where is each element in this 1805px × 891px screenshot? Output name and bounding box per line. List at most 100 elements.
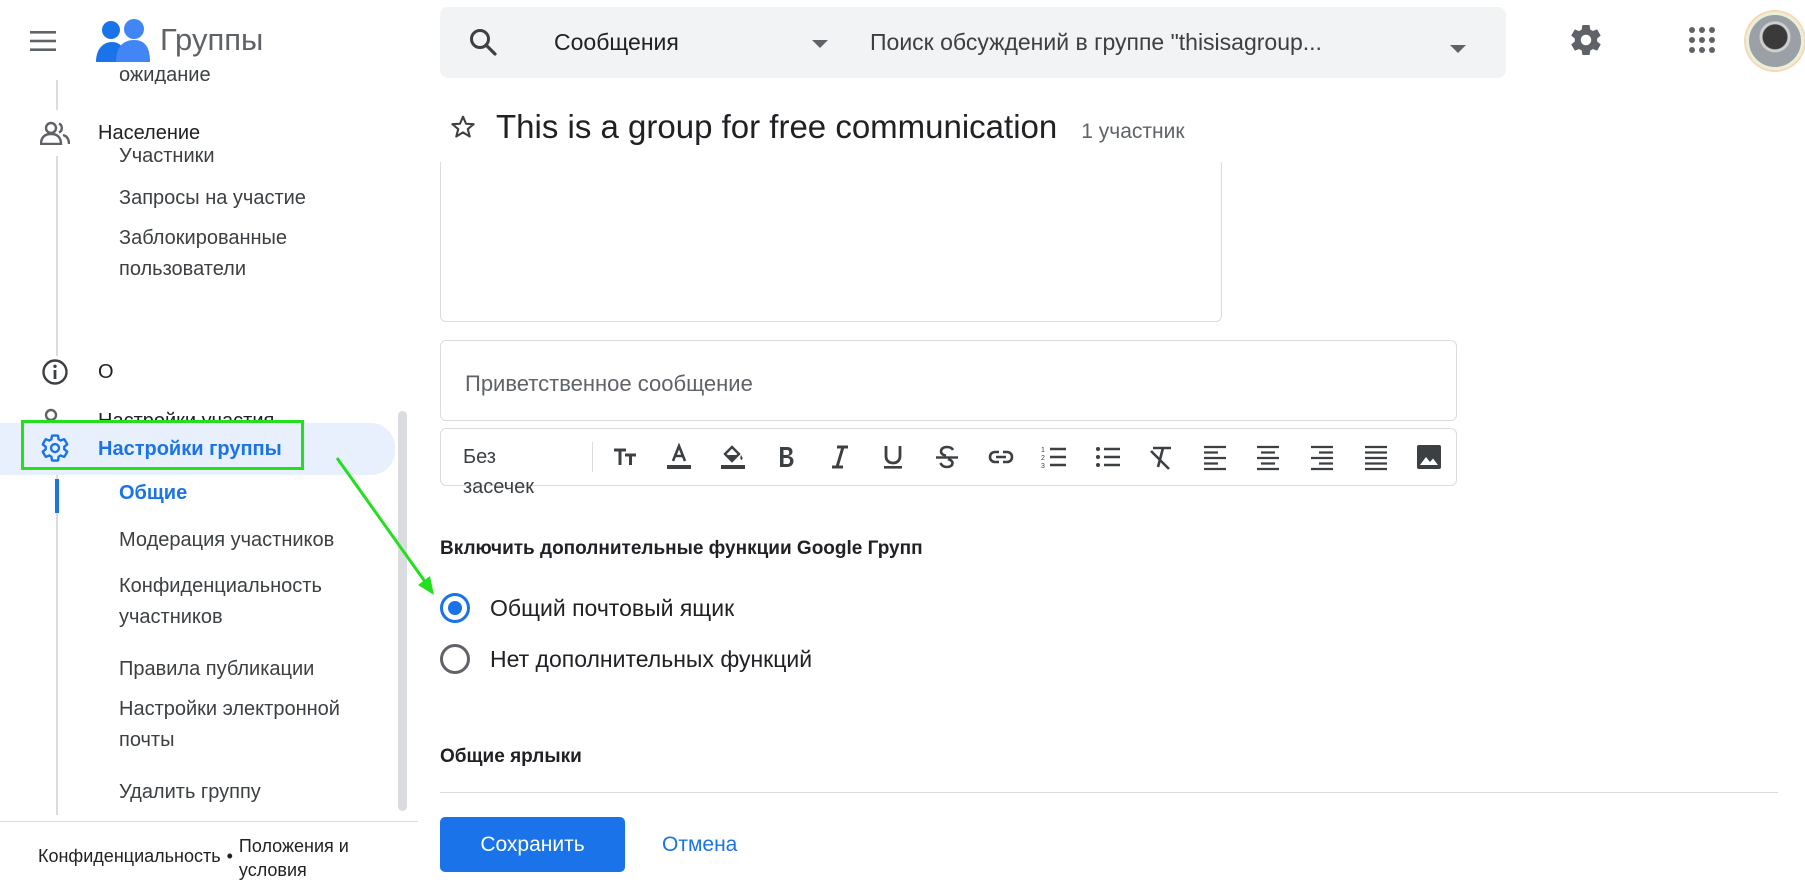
align-left-button[interactable] xyxy=(1188,437,1242,477)
italic-icon xyxy=(831,445,848,469)
sidebar-divider xyxy=(0,821,418,822)
bulleted-list-button[interactable] xyxy=(1081,437,1135,477)
info-icon xyxy=(40,358,70,386)
numbered-list-icon: 123 xyxy=(1041,447,1067,470)
features-section-title: Включить дополнительные функции Google Г… xyxy=(440,538,923,559)
welcome-message-placeholder: Приветственное сообщение xyxy=(465,371,753,396)
radio-checked[interactable] xyxy=(440,593,470,623)
search-input[interactable] xyxy=(870,7,1490,78)
sidebar-scrollbar[interactable] xyxy=(398,411,407,811)
tree-line xyxy=(56,156,58,356)
formatting-toolbar: Без засечек 123 xyxy=(440,428,1457,498)
chevron-down-icon xyxy=(812,40,828,48)
star-icon xyxy=(451,115,475,138)
people-icon xyxy=(40,119,70,147)
sidebar-item-member-privacy[interactable]: Конфиденциальность участников xyxy=(119,571,322,633)
search-bar: Сообщения xyxy=(440,7,1506,78)
justify-button[interactable] xyxy=(1349,437,1403,477)
svg-text:3: 3 xyxy=(1041,463,1045,470)
clear-format-icon xyxy=(1150,446,1172,470)
account-avatar[interactable] xyxy=(1746,12,1804,70)
svg-text:2: 2 xyxy=(1041,455,1045,462)
apps-grid-icon xyxy=(1689,27,1715,53)
text-color-button[interactable] xyxy=(652,437,706,477)
privacy-link[interactable]: Конфиденциальность xyxy=(38,846,221,882)
group-title: This is a group for free communication xyxy=(496,108,1058,145)
justify-icon xyxy=(1364,445,1387,471)
svg-text:1: 1 xyxy=(1041,447,1045,454)
sidebar-item-pending[interactable]: ожидание xyxy=(119,70,211,84)
save-button[interactable]: Сохранить xyxy=(440,817,625,872)
welcome-message-field[interactable]: Приветственное сообщение xyxy=(440,340,1457,421)
image-icon xyxy=(1417,445,1442,469)
sidebar-item-members[interactable]: Участники xyxy=(119,141,215,172)
search-options-button[interactable] xyxy=(1450,40,1466,58)
sidebar-item-email-settings[interactable]: Настройки электронной почты xyxy=(119,694,340,756)
link-button[interactable] xyxy=(974,437,1028,477)
tree-line xyxy=(56,475,58,815)
terms-link[interactable]: Положения и условия xyxy=(239,834,349,882)
sidebar-item-banned-users[interactable]: Заблокированные пользователи xyxy=(119,223,287,285)
sidebar-section-label: О xyxy=(98,360,114,383)
search-scope-label: Сообщения xyxy=(554,29,679,55)
footer-links: Конфиденциальность • Положения и условия xyxy=(38,834,349,882)
link-icon xyxy=(988,450,1013,464)
underline-button[interactable] xyxy=(867,437,921,477)
description-field[interactable] xyxy=(440,162,1222,322)
sidebar-item-join-requests[interactable]: Запросы на участие xyxy=(119,183,306,214)
highlight-color-icon xyxy=(720,445,745,469)
numbered-list-button[interactable]: 123 xyxy=(1027,437,1081,477)
settings-button[interactable] xyxy=(1568,22,1604,63)
search-scope-select[interactable]: Сообщения xyxy=(554,7,854,78)
hamburger-menu-icon xyxy=(30,31,56,51)
radio-unchecked[interactable] xyxy=(440,644,470,674)
labels-section-title: Общие ярлыки xyxy=(440,746,582,767)
footer-separator: • xyxy=(226,846,233,866)
main-divider xyxy=(440,792,1778,793)
clear-format-button[interactable] xyxy=(1135,437,1189,477)
active-item-marker xyxy=(55,479,59,513)
insert-image-button[interactable] xyxy=(1402,437,1456,477)
radio-label: Общий почтовый ящик xyxy=(490,594,735,621)
app-name: Группы xyxy=(160,22,264,57)
groups-logo[interactable]: Группы xyxy=(96,18,263,62)
strikethrough-button[interactable] xyxy=(920,437,974,477)
gear-icon xyxy=(1571,25,1601,56)
radio-label: Нет дополнительных функций xyxy=(490,645,813,672)
chevron-down-icon xyxy=(1450,45,1466,53)
groups-logo-icon xyxy=(96,19,150,62)
italic-button[interactable] xyxy=(813,437,867,477)
tree-line xyxy=(56,80,58,110)
sidebar-item-delete-group[interactable]: Удалить группу xyxy=(119,777,261,808)
annotation-highlight-box xyxy=(21,420,304,470)
bold-button[interactable] xyxy=(759,437,813,477)
text-color-icon xyxy=(667,443,692,469)
apps-button[interactable] xyxy=(1688,26,1716,59)
underline-icon xyxy=(884,446,903,469)
text-size-icon xyxy=(613,448,636,465)
text-size-button[interactable] xyxy=(599,437,653,477)
align-center-icon xyxy=(1257,445,1280,471)
bulleted-list-icon xyxy=(1095,447,1120,467)
align-right-button[interactable] xyxy=(1295,437,1349,477)
sidebar-item-general[interactable]: Общие xyxy=(119,478,187,509)
sidebar-item-member-moderation[interactable]: Модерация участников xyxy=(119,525,334,556)
search-button[interactable] xyxy=(468,27,498,62)
feature-option-shared-inbox[interactable]: Общий почтовый ящик xyxy=(440,593,734,623)
align-center-button[interactable] xyxy=(1242,437,1296,477)
main-menu-button[interactable] xyxy=(26,24,60,58)
bold-icon xyxy=(780,447,794,467)
star-button[interactable] xyxy=(450,114,476,145)
font-select[interactable]: Без засечек xyxy=(463,442,593,498)
cancel-button[interactable]: Отмена xyxy=(650,817,749,872)
member-count[interactable]: 1 участник xyxy=(1081,120,1184,144)
search-icon xyxy=(470,29,497,56)
sidebar-section-about[interactable]: О xyxy=(0,349,385,395)
highlight-color-button[interactable] xyxy=(706,437,760,477)
align-left-icon xyxy=(1203,445,1226,471)
feature-option-none[interactable]: Нет дополнительных функций xyxy=(440,644,812,674)
align-right-icon xyxy=(1311,445,1334,471)
strikethrough-icon xyxy=(935,445,958,469)
sidebar-item-posting-policies[interactable]: Правила публикации xyxy=(119,654,314,685)
group-header: This is a group for free communication 1… xyxy=(450,108,1185,146)
